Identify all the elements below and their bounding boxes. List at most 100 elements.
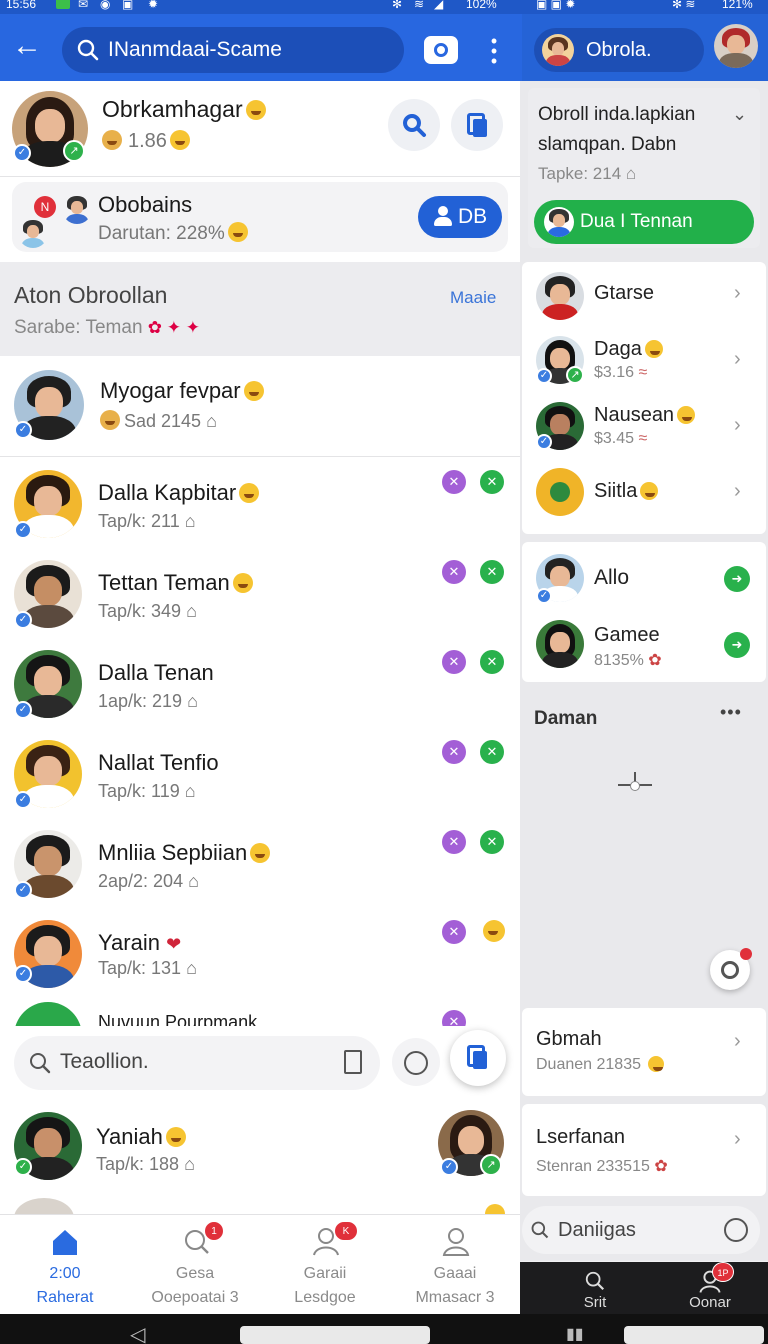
forward-icon[interactable]: ➜ xyxy=(724,566,750,592)
list-item[interactable]: ✓ Yaniah Tap/k: 188 ⌂ ✓ ↗ xyxy=(0,1106,520,1238)
home-pill[interactable] xyxy=(240,1326,430,1344)
promo-card[interactable]: N Obobains Darutan: 228% DB xyxy=(12,182,508,252)
nav-search[interactable]: 1 Gesa Ooepoatai 3 xyxy=(130,1215,260,1315)
recents-icon[interactable]: ▮▮ xyxy=(566,1324,584,1344)
home-pill-right[interactable] xyxy=(624,1326,764,1344)
verified-icon: ✓ xyxy=(13,144,31,162)
contact-sub: Sad 2145 ⌂ xyxy=(100,410,217,432)
copy-icon[interactable] xyxy=(451,99,503,151)
contact-name: Myogar fevpar xyxy=(100,378,264,404)
nav-profile-label: Gaaai xyxy=(433,1265,477,1282)
contact-name: Nuvuun Pourpmank xyxy=(98,1012,258,1026)
group-sub: Tapke: 214 ⌂ xyxy=(538,164,637,183)
search-icon xyxy=(30,1053,51,1074)
call-icon[interactable]: ✕ xyxy=(442,470,466,494)
right-chat-pill[interactable]: Obrola. xyxy=(534,28,704,72)
user-avatar[interactable] xyxy=(714,24,758,68)
verified-icon: ✓ xyxy=(14,521,32,539)
section-header: Aton Obroollan Maaie Sarabe: Teman ✿ ✦ ✦ xyxy=(0,262,520,356)
list-item[interactable]: Gamee 8135% ✿ ➜ xyxy=(522,612,766,682)
accept-icon[interactable]: ✕ xyxy=(480,560,504,584)
item-name: Lserfanan xyxy=(536,1126,625,1148)
chevron-down-icon[interactable]: ⌄ xyxy=(732,104,747,125)
contact-sub: 2ap/2: 204 ⌂ xyxy=(98,871,199,891)
search-person-icon[interactable] xyxy=(388,99,440,151)
group-line-1: Obroll inda.lapkian xyxy=(538,104,696,125)
list-item[interactable]: Siitla › xyxy=(522,460,766,526)
more-options-icon[interactable]: ••• xyxy=(720,702,742,723)
contact-name: Mnliia Sepbiian xyxy=(98,840,271,866)
profile-row[interactable]: ✓ ↗ Obrkamhagar 1.86 xyxy=(0,81,520,176)
call-icon[interactable]: ✕ xyxy=(442,1010,466,1026)
call-icon[interactable]: ✕ xyxy=(442,560,466,584)
verified-icon: ✓ xyxy=(536,368,552,384)
search-field[interactable]: INanmdaai‐Scame xyxy=(62,27,404,73)
list-item[interactable]: ✓ Nausean $3.45 ≈ › xyxy=(522,394,766,460)
verified-icon: ✓ xyxy=(14,1158,32,1176)
online-icon: ↗ xyxy=(480,1154,502,1176)
nav-search-sub: Ooepoatai 3 xyxy=(151,1289,239,1306)
list-item[interactable]: ✓ Allo ➜ xyxy=(522,542,766,612)
settings-fab[interactable] xyxy=(710,948,752,990)
status-icons-right: ▣ ▣ ✹ xyxy=(536,0,576,11)
see-more-link[interactable]: Maaie xyxy=(450,288,496,308)
app-icon: ◉ xyxy=(100,0,111,11)
forward-icon[interactable]: ➜ xyxy=(724,632,750,658)
right-top-bar: Obrola. xyxy=(522,14,768,81)
list-item[interactable]: ✓ Dalla Tenan 1ap/k: 219 ⌂ ✕ ✕ xyxy=(0,638,520,726)
camera-icon[interactable] xyxy=(424,36,458,64)
call-icon[interactable]: ✕ xyxy=(442,650,466,674)
right-title: Obrola. xyxy=(586,39,652,61)
nav-home[interactable]: 2:00 Raherat xyxy=(0,1215,130,1315)
list-item[interactable]: Lserfanan Stenran 233515 ✿ › xyxy=(522,1104,766,1196)
accept-icon[interactable]: ✕ xyxy=(480,470,504,494)
document-icon[interactable] xyxy=(344,1050,362,1074)
right-search-input[interactable]: Daniigas xyxy=(522,1206,760,1254)
search-icon xyxy=(585,1271,605,1291)
accept-icon[interactable]: ✕ xyxy=(480,830,504,854)
nav-search-label: Gesa xyxy=(175,1265,215,1282)
nav-contacts-sub: Lesdgoe xyxy=(294,1289,356,1306)
contact-sub: 1ap/k: 219 ⌂ xyxy=(98,691,198,711)
back-arrow-icon[interactable]: ← xyxy=(12,31,42,62)
contact-avatar xyxy=(536,620,584,668)
list-item[interactable]: Gtarse › xyxy=(522,262,766,328)
chat-avatar xyxy=(542,34,574,66)
nav-profile[interactable]: 1P Oonar xyxy=(670,1262,750,1314)
search-text: INanmdaai‐Scame xyxy=(108,38,282,61)
add-friend-button[interactable]: Dua I Tennan xyxy=(534,200,754,244)
contact-sub: 8135% ✿ xyxy=(594,652,662,669)
promo-button[interactable]: DB xyxy=(418,196,502,238)
group-card[interactable]: Obroll inda.lapkian slamqpan. Dabn Tapke… xyxy=(528,88,760,248)
list-item[interactable]: ✓ Mnliia Sepbiian 2ap/2: 204 ⌂ ✕ ✕ xyxy=(0,818,520,906)
wifi-icon: ≋ xyxy=(414,0,425,11)
call-icon[interactable]: ✕ xyxy=(442,740,466,764)
nav-profile[interactable]: Gaaai Mmasacr 3 xyxy=(390,1215,520,1315)
list-item[interactable]: ✓ Tettan Teman Tap/k: 349 ⌂ ✕ ✕ xyxy=(0,548,520,636)
featured-contact[interactable]: ✓ Myogar fevpar Sad 2145 ⌂ xyxy=(0,356,520,456)
compose-button[interactable] xyxy=(450,1030,506,1086)
list-item[interactable]: ✓ Dalla Kapbitar Tap/k: 211 ⌂ ✕ ✕ xyxy=(0,458,520,546)
battery-level: 102% xyxy=(466,0,497,11)
alarm-icon[interactable] xyxy=(392,1038,440,1086)
list-item[interactable]: ✓ Nallat Tenfio Tap/k: 119 ⌂ ✕ ✕ xyxy=(0,728,520,816)
back-icon[interactable]: ◁ xyxy=(130,1322,145,1344)
call-icon[interactable]: ✕ xyxy=(442,830,466,854)
accept-icon[interactable]: ✕ xyxy=(480,740,504,764)
contact-name: Gamee xyxy=(594,624,660,646)
accept-icon[interactable]: ✕ xyxy=(480,650,504,674)
contact-name: Dalla Kapbitar xyxy=(98,480,260,506)
more-options-icon[interactable]: ••• xyxy=(490,32,498,70)
list-item[interactable]: ✓ Yarain ❤ Tap/k: 131 ⌂ ✕ xyxy=(0,908,520,996)
search-input[interactable]: Teaollion. xyxy=(14,1036,380,1090)
list-item[interactable]: Gbmah Duanen 21835 › xyxy=(522,1008,766,1096)
list-item-partial[interactable]: Nuvuun Pourpmank ✕ xyxy=(0,998,520,1026)
nav-contacts[interactable]: K Garaii Lesdgoe xyxy=(260,1215,390,1315)
list-item[interactable]: ✓ ↗ Daga $3.16 ≈ › xyxy=(522,328,766,394)
profile-sub: 1.86 xyxy=(102,130,190,153)
system-nav-bar: ◁ ▮▮ xyxy=(0,1314,768,1344)
nav-search[interactable]: Srit xyxy=(560,1262,630,1314)
chat-bubble-icon[interactable] xyxy=(724,1218,748,1242)
status-bar: 15:56 ✉ ◉ ▣ ✹ ✻ ≋ ◢ 102% ▣ ▣ ✹ ✻ ≋ 121% xyxy=(0,0,768,14)
call-icon[interactable]: ✕ xyxy=(442,920,466,944)
